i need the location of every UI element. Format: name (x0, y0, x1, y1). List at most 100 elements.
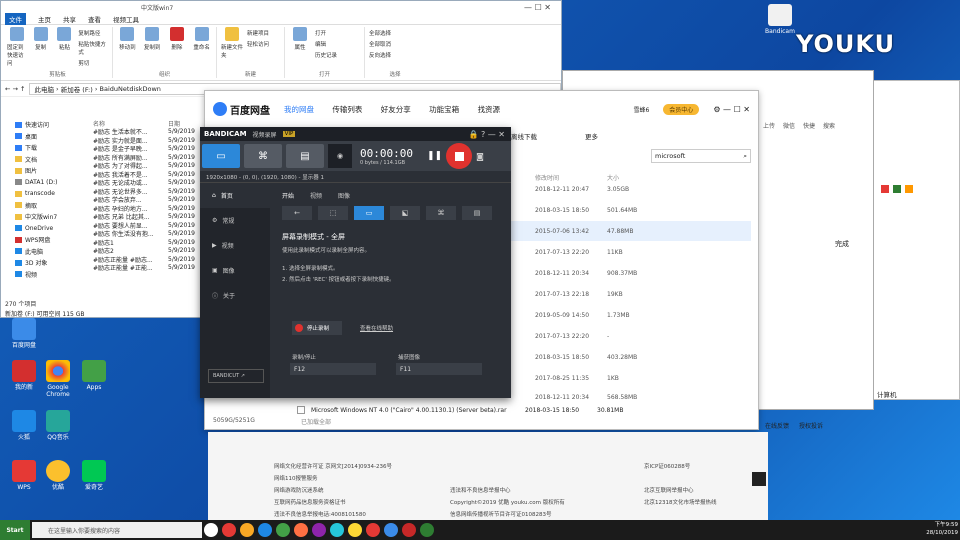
search-icon[interactable]: ⌕ (743, 152, 747, 161)
shot-field[interactable]: F11 (396, 363, 482, 375)
app-icon[interactable] (420, 523, 434, 537)
file-row[interactable]: #励志 要想人前显... 5/9/2019 (93, 221, 208, 230)
fullscreen-icon[interactable]: ▭ (354, 206, 384, 220)
window-controls[interactable]: 🔒 ? — ✕ (468, 130, 505, 139)
app-icon[interactable] (294, 523, 308, 537)
tab-start[interactable]: 开始 (282, 191, 294, 200)
app-icon[interactable] (312, 523, 326, 537)
explorer-icon[interactable] (240, 523, 254, 537)
desktop-icon-bandicam[interactable]: Bandicam (760, 4, 800, 35)
file-row[interactable]: #励志 兄弟 比起其... 5/9/2019 (93, 213, 208, 221)
nav-3d[interactable]: 3D 对象 (1, 257, 91, 269)
file-row[interactable]: #励志 所有满屏励... 5/9/2019 (93, 153, 208, 162)
webcam-button[interactable]: ◉ (328, 144, 352, 168)
app-icon[interactable] (276, 523, 290, 537)
side-video[interactable]: ▶ 视频 (200, 233, 270, 258)
file-row[interactable]: #励志1 5/9/2019 (93, 238, 208, 247)
file-row[interactable]: #励志正能量 #正能... 5/9/2019 (93, 264, 208, 272)
alert-icon[interactable] (905, 185, 913, 193)
vip-center-button[interactable]: 会员中心 (663, 103, 700, 115)
list-row[interactable]: 2018-12-11 20:34 908.37MB (511, 263, 751, 283)
window-controls[interactable]: ⚙ — ☐ ✕ (713, 105, 750, 114)
nav-tools[interactable]: 功能宝箱 (429, 105, 459, 114)
file-row[interactable]: #励志正能量 #励志... 5/9/2019 (93, 255, 208, 264)
task-view-icon[interactable] (204, 523, 218, 537)
nav-pictures[interactable]: 图片 (1, 165, 91, 177)
side-about[interactable]: ⓘ 关于 (200, 283, 270, 308)
nav-downloads[interactable]: 下载 (1, 142, 91, 154)
clock[interactable]: 下午9:59 28/10/2019 (926, 521, 958, 537)
bandicut-link[interactable]: BANDICUT ↗ (208, 369, 264, 383)
desktop-icon-apps[interactable]: Apps (74, 360, 114, 391)
desktop-icon-iqiyi[interactable]: 爱奇艺 (74, 460, 114, 491)
window-controls[interactable]: — ☐ ✕ (524, 3, 551, 12)
file-row[interactable]: #励志 是金子早晚... 5/9/2019 (93, 145, 208, 153)
gamepad-icon[interactable]: ⌘ (426, 206, 456, 220)
nav-zhaiqu[interactable]: 摘取 (1, 200, 91, 212)
list-row-selected[interactable]: 2015-07-06 13:42 47.88MB (511, 221, 751, 241)
tab-home[interactable]: 主页 (38, 14, 51, 24)
device-icon[interactable]: ▤ (462, 206, 492, 220)
x-icon[interactable] (881, 185, 889, 193)
nav-quick-access[interactable]: 快速访问 (1, 119, 91, 131)
stop-recording-button[interactable]: 停止录制 (292, 321, 342, 335)
more-button[interactable]: 更多 (585, 131, 598, 141)
desktop-icon-baidu[interactable]: 百度网盘 (4, 318, 44, 349)
nav-win7[interactable]: 中文版win7 (1, 211, 91, 223)
tab-view[interactable]: 查看 (88, 14, 101, 24)
check-icon[interactable] (893, 185, 901, 193)
nav-this-pc[interactable]: 此电脑 (1, 246, 91, 258)
nav-data1[interactable]: DATA1 (D:) (1, 177, 91, 189)
file-row[interactable]: #励志 无论世界多... 5/9/2019 (93, 187, 208, 196)
list-row[interactable]: 2017-07-13 22:18 19KB (511, 284, 751, 304)
app-icon[interactable] (222, 523, 236, 537)
file-row[interactable]: #励志 无论成功或... 5/9/2019 (93, 179, 208, 187)
online-help-link[interactable]: 查看在线帮助 (360, 324, 393, 332)
region-icon[interactable]: ⬚ (318, 206, 348, 220)
tab-share[interactable]: 共享 (63, 14, 76, 24)
row-checkbox[interactable] (297, 406, 305, 414)
tab-image[interactable]: 图像 (338, 191, 350, 200)
list-row-last[interactable]: Microsoft Windows NT 4.0 ("Cairo" 4.00.1… (297, 403, 737, 417)
list-row[interactable]: 2017-08-25 11:35 1KB (511, 368, 751, 388)
game-mode-button[interactable]: ⌘ (244, 144, 282, 168)
desktop-icon-chrome[interactable]: Google Chrome (38, 360, 78, 398)
tab-video[interactable]: 视频 (310, 191, 322, 200)
list-row[interactable]: 2017-07-13 22:20- (511, 326, 751, 346)
user-name[interactable]: 雪蜂6 (633, 105, 649, 114)
camera-icon[interactable]: ◙ (476, 152, 484, 161)
computer-label[interactable]: 计算机 (877, 389, 897, 399)
device-mode-button[interactable]: ▤ (286, 144, 324, 168)
side-general[interactable]: ⚙ 常规 (200, 208, 270, 233)
nav-transfer[interactable]: 传输列表 (332, 105, 362, 114)
back-arrow-icon[interactable]: ← (282, 206, 312, 220)
side-image[interactable]: ▣ 图像 (200, 258, 270, 283)
nav-desktop[interactable]: 桌面 (1, 131, 91, 143)
nav-onedrive[interactable]: OneDrive (1, 223, 91, 235)
nav-documents[interactable]: 文档 (1, 154, 91, 166)
file-row[interactable]: #励志 为了对得起... 5/9/2019 (93, 162, 208, 170)
nav-wps[interactable]: WPS网盘 (1, 234, 91, 246)
tab-video-tools[interactable]: 视频工具 (113, 14, 139, 24)
search-input[interactable]: microsoft ⌕ (651, 149, 751, 163)
tab-file[interactable]: 文件 (5, 12, 26, 25)
bandicam-taskbar-icon[interactable] (402, 523, 416, 537)
file-row[interactable]: #励志 孕妇的地方... 5/9/2019 (93, 204, 208, 213)
app-icon[interactable] (330, 523, 344, 537)
file-row[interactable]: #励志 你生活没有抱... 5/9/2019 (93, 230, 208, 238)
start-button[interactable]: Start (0, 520, 30, 540)
app-icon[interactable] (258, 523, 272, 537)
offline-download-button[interactable]: 离线下载 (511, 131, 537, 141)
app-icon[interactable] (348, 523, 362, 537)
file-row[interactable]: #励志 学会放弃... 5/9/2019 (93, 196, 208, 204)
hotkey-field[interactable]: F12 (290, 363, 376, 375)
desktop-icon-youku[interactable]: 优酷 (38, 460, 78, 491)
nav-share[interactable]: 好友分享 (381, 105, 411, 114)
capture-area-info[interactable]: 1920x1080 - (0, 0), (1920, 1080) - 显示器 1 (200, 171, 511, 183)
side-home[interactable]: ⌂ 首页 (200, 183, 270, 208)
pause-button[interactable]: ❚❚ (427, 151, 442, 161)
file-row[interactable]: #励志 我活着不是... 5/9/2019 (93, 170, 208, 179)
list-row[interactable]: 2018-12-11 20:47 3.05GB (511, 179, 751, 199)
screen-mode-button[interactable]: ▭ (202, 144, 240, 168)
cursor-area-icon[interactable]: ⬕ (390, 206, 420, 220)
